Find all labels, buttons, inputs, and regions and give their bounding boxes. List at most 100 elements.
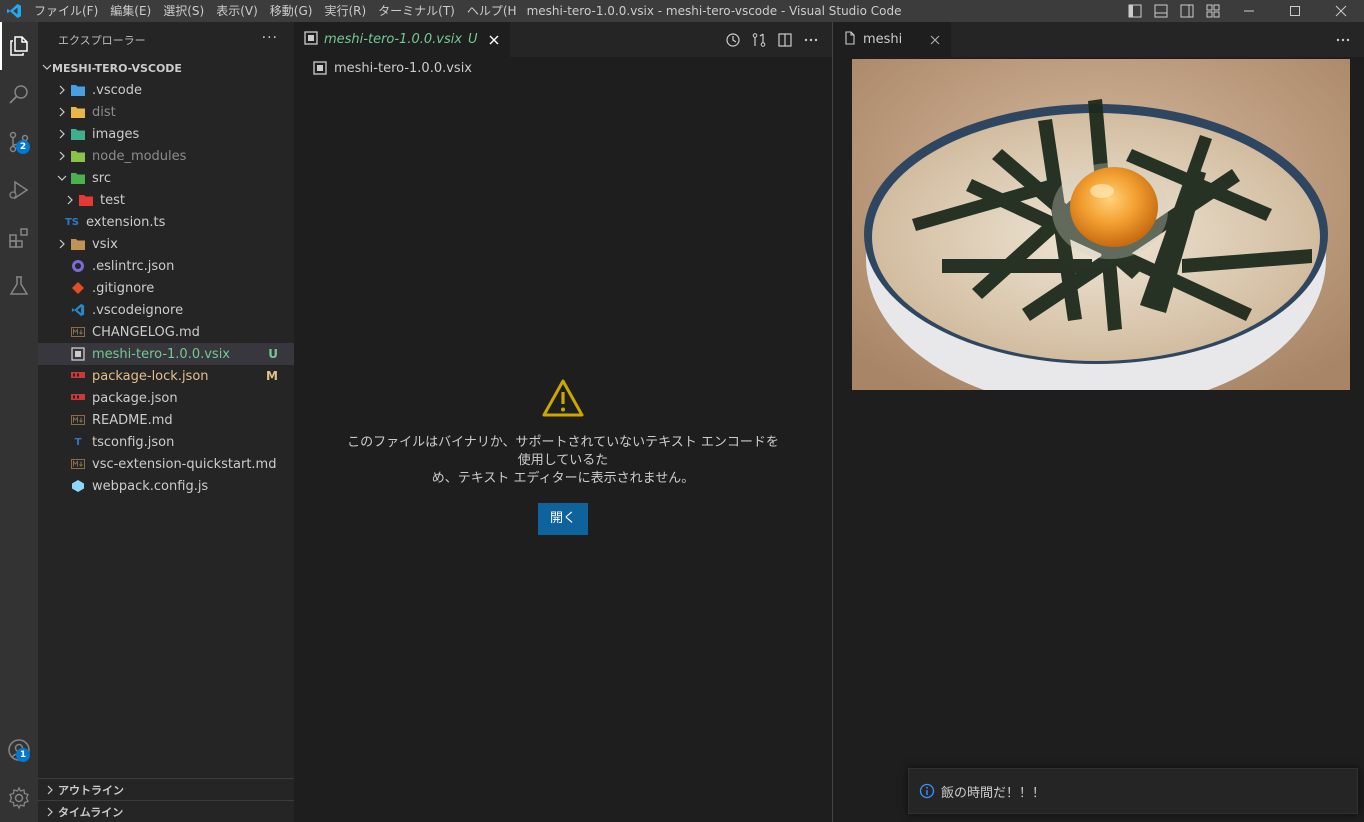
testing-icon[interactable] (0, 262, 38, 310)
test-folder-icon (78, 192, 94, 208)
window-title: meshi-tero-1.0.0.vsix - meshi-tero-vscod… (526, 4, 902, 18)
chevron-down-icon (54, 170, 70, 186)
source-control-icon[interactable]: 2 (0, 118, 38, 166)
markdown-icon (70, 412, 86, 428)
run-debug-icon[interactable] (0, 166, 38, 214)
tree-item[interactable]: CHANGELOG.md (38, 321, 294, 343)
tsconfig-icon: T (74, 436, 82, 448)
menu-run[interactable]: 実行(R) (318, 0, 372, 22)
accounts-icon[interactable]: 1 (0, 726, 38, 774)
more-actions-icon[interactable] (1330, 27, 1356, 53)
binary-file-text: このファイルはバイナリか、サポートされていないテキスト エンコードを使用している… (343, 434, 783, 488)
tree-item[interactable]: node_modules (38, 145, 294, 167)
tree-item[interactable]: vsc-extension-quickstart.md (38, 453, 294, 475)
dist-folder-icon (70, 104, 86, 120)
close-icon[interactable] (927, 32, 943, 48)
tree-item-label: .eslintrc.json (92, 258, 175, 274)
close-window-icon[interactable] (1318, 0, 1364, 22)
open-anyway-button[interactable]: 開く (537, 503, 588, 535)
activity-bar: 2 1 (0, 22, 38, 822)
tab-bar: meshi-tero-1.0.0.vsix U (294, 22, 832, 57)
binary-file-message: このファイルはバイナリか、サポートされていないテキスト エンコードを使用している… (294, 378, 832, 535)
tree-item[interactable]: .vscodeignore (38, 299, 294, 321)
timeline-section[interactable]: タイムライン (38, 800, 294, 822)
chevron-right-icon (54, 148, 70, 164)
menu-bar: ファイル(F) 編集(E) 選択(S) 表示(V) 移動(G) 実行(R) ター… (28, 0, 523, 22)
workspace-root[interactable]: MESHI-TERO-VSCODE (38, 57, 294, 79)
src-folder-icon (70, 170, 86, 186)
source-control-badge: 2 (16, 140, 30, 154)
tree-item[interactable]: images (38, 123, 294, 145)
menu-file[interactable]: ファイル(F) (28, 0, 104, 22)
binary-file-text-line2: め、テキスト エディターに表示されません。 (431, 471, 695, 486)
vsix-file-icon (304, 30, 318, 49)
tree-item-label: tsconfig.json (92, 434, 175, 450)
tree-item[interactable]: dist (38, 101, 294, 123)
menu-view[interactable]: 表示(V) (210, 0, 264, 22)
tree-item-label: vsc-extension-quickstart.md (92, 456, 277, 472)
breadcrumb-file[interactable]: meshi-tero-1.0.0.vsix (334, 61, 472, 76)
open-changes-icon[interactable] (746, 27, 772, 53)
breadcrumb[interactable]: meshi-tero-1.0.0.vsix (294, 57, 832, 79)
tree-item[interactable]: test (38, 189, 294, 211)
tree-item[interactable]: TS extension.ts (38, 211, 294, 233)
file-icon (843, 30, 857, 49)
tree-item[interactable]: README.md (38, 409, 294, 431)
outline-section[interactable]: アウトライン (38, 778, 294, 800)
extensions-icon[interactable] (0, 214, 38, 262)
tree-item[interactable]: package.json (38, 387, 294, 409)
info-icon (919, 783, 935, 799)
tree-item-label: package.json (92, 390, 178, 406)
toggle-panel-icon[interactable] (1148, 0, 1174, 22)
tree-item[interactable]: src (38, 167, 294, 189)
menu-selection[interactable]: 選択(S) (157, 0, 210, 22)
tab-git-status: U (468, 32, 478, 47)
git-icon (70, 280, 86, 296)
close-icon[interactable] (486, 32, 502, 48)
split-editor-icon[interactable] (772, 27, 798, 53)
explorer-icon[interactable] (0, 22, 38, 70)
menu-edit[interactable]: 編集(E) (104, 0, 157, 22)
tree-item-label: package-lock.json (92, 368, 209, 384)
minimize-icon[interactable] (1226, 0, 1272, 22)
vscode-folder-icon (70, 82, 86, 98)
tree-item[interactable]: package-lock.json M (38, 365, 294, 387)
timeline-history-icon[interactable] (720, 27, 746, 53)
maximize-icon[interactable] (1272, 0, 1318, 22)
tree-item[interactable]: .gitignore (38, 277, 294, 299)
chevron-right-icon (54, 126, 70, 142)
tree-item-label: node_modules (92, 148, 187, 164)
tree-item[interactable]: meshi-tero-1.0.0.vsix U (38, 343, 294, 365)
explorer-header: エクスプローラー ··· (38, 22, 294, 57)
customize-layout-icon[interactable] (1200, 0, 1226, 22)
tree-item[interactable]: webpack.config.js (38, 475, 294, 497)
manage-gear-icon[interactable] (0, 774, 38, 822)
tree-item[interactable]: .vscode (38, 79, 294, 101)
vscode-logo-icon (0, 0, 28, 22)
tree-item[interactable]: vsix (38, 233, 294, 255)
search-icon[interactable] (0, 70, 38, 118)
tab-meshi[interactable]: meshi (833, 22, 951, 57)
tab-vsix[interactable]: meshi-tero-1.0.0.vsix U (294, 22, 510, 57)
tree-item[interactable]: .eslintrc.json (38, 255, 294, 277)
tree-item[interactable]: Ttsconfig.json (38, 431, 294, 453)
tree-item-label: CHANGELOG.md (92, 324, 200, 340)
menu-help[interactable]: ヘルプ(H (461, 0, 523, 22)
toggle-primary-sidebar-icon[interactable] (1122, 0, 1148, 22)
tree-item-label: .vscode (92, 82, 142, 98)
menu-go[interactable]: 移動(G) (264, 0, 319, 22)
node-modules-folder-icon (70, 148, 86, 164)
menu-terminal[interactable]: ターミナル(T) (372, 0, 461, 22)
typescript-icon: TS (64, 216, 80, 228)
images-folder-icon (70, 126, 86, 142)
more-actions-icon[interactable] (798, 27, 824, 53)
explorer-more-icon[interactable]: ··· (262, 30, 278, 46)
toggle-secondary-sidebar-icon[interactable] (1174, 0, 1200, 22)
eslint-icon (70, 258, 86, 274)
